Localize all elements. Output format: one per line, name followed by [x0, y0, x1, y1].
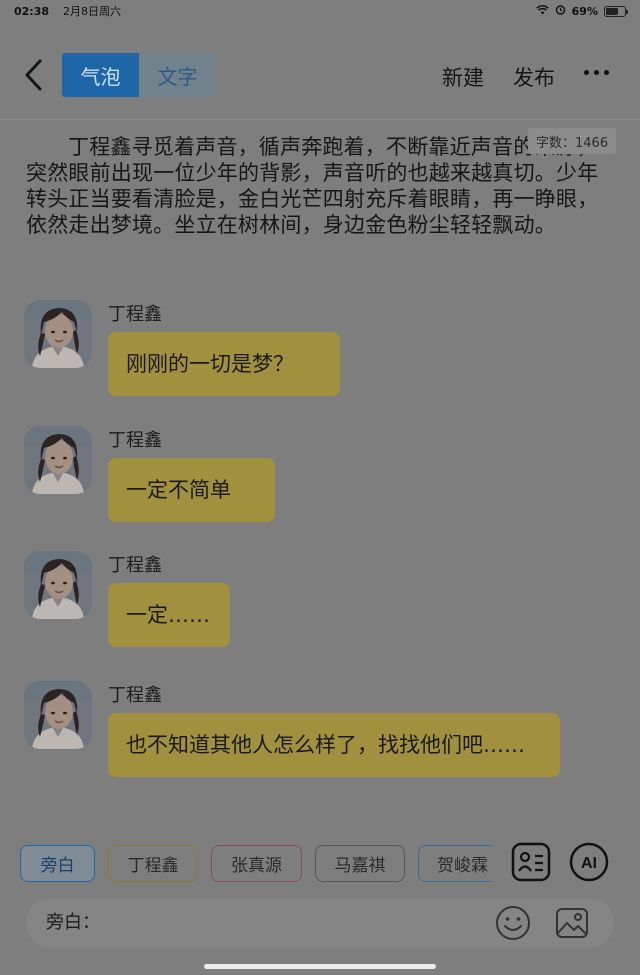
tab-text[interactable]: 文字 — [139, 53, 216, 97]
message-bubble[interactable]: 一定不简单 — [108, 458, 275, 522]
battery-icon — [604, 5, 628, 17]
chip-character[interactable]: 贺峻霖 — [418, 845, 492, 882]
image-button[interactable] — [553, 904, 591, 942]
status-time: 02:38 — [14, 4, 50, 18]
wifi-icon — [535, 4, 549, 18]
message-bubble[interactable]: 一定…… — [108, 583, 230, 647]
input-role-label: 旁白： — [46, 912, 100, 933]
sender-name: 丁程鑫 — [108, 430, 162, 451]
message-bubble[interactable]: 也不知道其他人怎么样了，找找他们吧…… — [108, 713, 560, 777]
more-icon[interactable] — [584, 70, 609, 75]
svg-text:AI: AI — [581, 855, 597, 872]
battery-percent: 69% — [571, 4, 598, 18]
back-button[interactable] — [16, 56, 50, 94]
status-bar: 02:38 2月8日周六 69% — [0, 0, 640, 22]
sender-name: 丁程鑫 — [108, 304, 162, 325]
alarm-icon — [555, 4, 566, 18]
chip-character[interactable]: 马嘉祺 — [315, 845, 405, 882]
avatar[interactable] — [24, 681, 92, 749]
ai-icon: AI — [569, 842, 609, 882]
sender-name: 丁程鑫 — [108, 685, 162, 706]
emoji-icon — [496, 906, 530, 940]
publish-button[interactable]: 发布 — [513, 62, 555, 92]
new-button[interactable]: 新建 — [442, 62, 484, 92]
character-card-icon — [511, 842, 551, 882]
avatar[interactable] — [24, 551, 92, 619]
mode-switcher: 气泡 文字 — [62, 53, 216, 97]
chevron-left-icon — [25, 59, 42, 91]
character-card-button[interactable] — [511, 842, 551, 882]
header-divider — [0, 119, 640, 120]
message-input[interactable]: 旁白： — [26, 898, 614, 948]
image-icon — [556, 908, 588, 938]
battery-fill — [606, 7, 619, 15]
sender-name: 丁程鑫 — [108, 555, 162, 576]
emoji-button[interactable] — [494, 904, 532, 942]
status-right: 69% — [535, 4, 628, 18]
status-date: 2月8日周六 — [63, 5, 122, 18]
tab-bubble[interactable]: 气泡 — [62, 53, 139, 97]
ai-button[interactable]: AI — [569, 842, 609, 882]
home-indicator[interactable] — [204, 964, 436, 969]
chip-character[interactable]: 丁程鑫 — [108, 845, 198, 882]
chip-character[interactable]: 张真源 — [211, 845, 302, 882]
message-bubble[interactable]: 刚刚的一切是梦？ — [108, 332, 340, 396]
avatar[interactable] — [24, 426, 92, 494]
top-bar: 气泡 文字 新建 发布 — [0, 44, 640, 108]
chip-narrator[interactable]: 旁白 — [20, 845, 95, 882]
word-count-badge: 字数：1466 — [528, 128, 617, 154]
character-selector: 旁白 丁程鑫 张真源 马嘉祺 贺峻霖 — [20, 845, 492, 883]
avatar[interactable] — [24, 300, 92, 368]
